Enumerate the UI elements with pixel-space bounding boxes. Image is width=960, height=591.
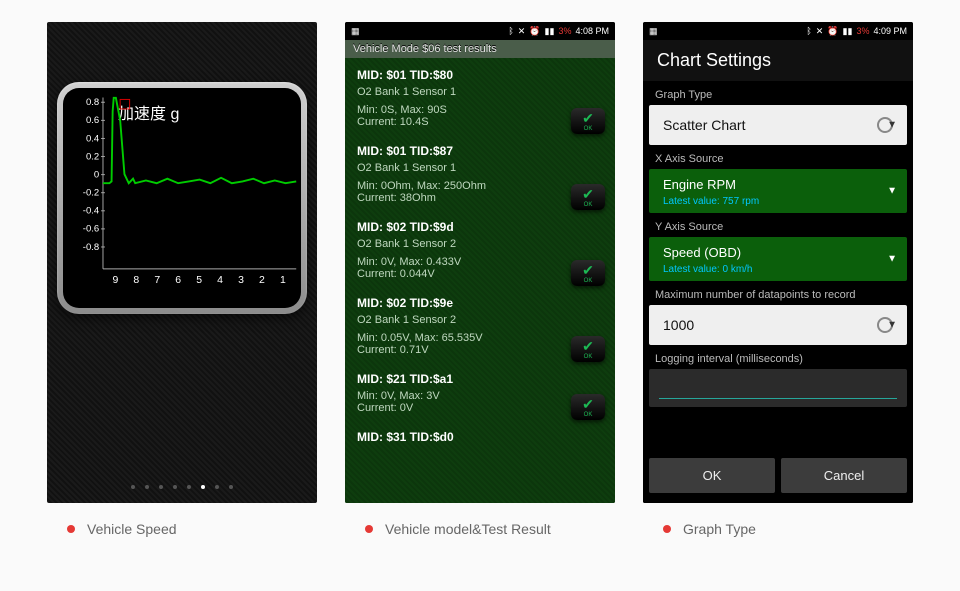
graph-type-select[interactable]: Scatter Chart ▼ [649,105,907,145]
svg-text:-0.2: -0.2 [83,188,99,199]
svg-text:2: 2 [259,275,265,286]
app-icon: ▦ [351,26,360,37]
bullet-icon [67,525,75,533]
result-sensor: O2 Bank 1 Sensor 1 [345,162,615,180]
ok-badge: ✔OK [571,394,605,420]
result-sensor: O2 Bank 1 Sensor 2 [345,314,615,332]
settings-header: Chart Settings [643,40,913,81]
alarm-icon: ⏰ [529,26,540,37]
page-indicator [47,485,317,489]
svg-text:3: 3 [238,275,244,286]
caption-1: Vehicle Speed [47,521,317,537]
result-mid: MID: $02 TID:$9e [345,290,615,314]
caption-2: Vehicle model&Test Result [345,521,615,537]
check-icon: ✔ [582,187,594,201]
signal-icon: ▮▮ [545,26,555,37]
svg-text:4: 4 [217,275,223,286]
gauge-screen: 加速度 g 0.80.60.40.20-0.2-0.4-0.6-0.8 9876… [47,22,317,503]
x-axis-latest: Latest value: 757 rpm [663,196,759,207]
results-list[interactable]: MID: $01 TID:$80O2 Bank 1 Sensor 1Min: 0… [345,58,615,503]
svg-text:0: 0 [94,169,99,180]
svg-text:0.2: 0.2 [86,151,99,162]
ok-badge: ✔OK [571,260,605,286]
gauge-svg: 0.8 0.6 0.4 0.2 0 -0.2 -0.4 -0.6 -0.8 9 8 7 6 5 4 3 2 1 [63,88,301,297]
ok-badge: ✔OK [571,108,605,134]
svg-text:8: 8 [133,275,139,286]
result-mid: MID: $01 TID:$87 [345,138,615,162]
check-icon: ✔ [582,339,594,353]
svg-text:0.6: 0.6 [86,115,99,126]
bluetooth-icon: ᛒ [508,26,513,36]
settings-title: Chart Settings [657,50,899,71]
result-mid: MID: $21 TID:$a1 [345,366,615,390]
result-range: Min: 0S, Max: 90SCurrent: 10.4S✔OK [345,104,615,138]
chevron-down-icon: ▼ [887,186,897,197]
ok-button[interactable]: OK [649,458,775,493]
log-interval-input[interactable] [659,377,897,399]
clock-time: 4:08 PM [575,26,609,36]
svg-text:6: 6 [175,275,181,286]
clock-time: 4:09 PM [873,26,907,36]
svg-text:-0.6: -0.6 [83,224,99,235]
result-mid: MID: $31 TID:$d0 [345,424,615,448]
result-range: Min: 0Ohm, Max: 250OhmCurrent: 38Ohm✔OK [345,180,615,214]
gauge-chart: 加速度 g 0.80.60.40.20-0.2-0.4-0.6-0.8 9876… [63,88,301,308]
result-range: Min: 0.05V, Max: 65.535VCurrent: 0.71V✔O… [345,332,615,366]
section-label-x-axis: X Axis Source [655,153,907,165]
bullet-icon [663,525,671,533]
bluetooth-icon: ᛒ [806,26,811,36]
max-points-value: 1000 [663,317,694,333]
result-range: Min: 0V, Max: 3VCurrent: 0V✔OK [345,390,615,424]
check-icon: ✔ [582,397,594,411]
status-bar: ▦ ᛒ ✕ ⏰ ▮▮ 3% 4:09 PM [643,22,913,40]
svg-text:5: 5 [196,275,202,286]
mute-icon: ✕ [518,26,526,37]
x-axis-select[interactable]: Engine RPM Latest value: 757 rpm ▼ [649,169,907,213]
check-icon: ✔ [582,263,594,277]
ok-badge: ✔OK [571,184,605,210]
caption-3: Graph Type [643,521,913,537]
check-icon: ✔ [582,111,594,125]
section-label-max-points: Maximum number of datapoints to record [655,289,907,301]
y-axis-latest: Latest value: 0 km/h [663,264,753,275]
svg-text:0.4: 0.4 [86,133,99,144]
result-sensor: O2 Bank 1 Sensor 2 [345,238,615,256]
chevron-down-icon: ▼ [887,120,897,131]
result-sensor: O2 Bank 1 Sensor 1 [345,86,615,104]
app-icon: ▦ [649,26,658,37]
y-axis-value: Speed (OBD) [663,245,741,260]
result-mid: MID: $02 TID:$9d [345,214,615,238]
x-axis-value: Engine RPM [663,177,736,192]
svg-text:0.8: 0.8 [86,97,99,108]
y-axis-select[interactable]: Speed (OBD) Latest value: 0 km/h ▼ [649,237,907,281]
gauge-frame: 加速度 g 0.80.60.40.20-0.2-0.4-0.6-0.8 9876… [57,82,307,314]
battery-level: 3% [558,26,571,36]
result-range: Min: 0V, Max: 0.433VCurrent: 0.044V✔OK [345,256,615,290]
result-mid: MID: $01 TID:$80 [345,62,615,86]
chevron-down-icon: ▼ [887,320,897,331]
cancel-button[interactable]: Cancel [781,458,907,493]
svg-text:1: 1 [280,275,286,286]
results-screen: ▦ ᛒ ✕ ⏰ ▮▮ 3% 4:08 PM Vehicle Mode $06 t… [345,22,615,503]
status-bar: ▦ ᛒ ✕ ⏰ ▮▮ 3% 4:08 PM [345,22,615,40]
results-title: Vehicle Mode $06 test results [345,40,615,58]
log-interval-input-row [649,369,907,407]
graph-type-value: Scatter Chart [663,117,745,133]
bullet-icon [365,525,373,533]
alarm-icon: ⏰ [827,26,838,37]
signal-icon: ▮▮ [843,26,853,37]
section-label-log-interval: Logging interval (milliseconds) [655,353,907,365]
svg-text:-0.8: -0.8 [83,242,99,253]
battery-level: 3% [856,26,869,36]
mute-icon: ✕ [816,26,824,37]
section-label-graph-type: Graph Type [655,89,907,101]
svg-text:7: 7 [154,275,160,286]
section-label-y-axis: Y Axis Source [655,221,907,233]
svg-text:9: 9 [112,275,118,286]
ok-badge: ✔OK [571,336,605,362]
max-points-select[interactable]: 1000 ▼ [649,305,907,345]
chevron-down-icon: ▼ [887,254,897,265]
settings-screen: ▦ ᛒ ✕ ⏰ ▮▮ 3% 4:09 PM Chart Settings Gra… [643,22,913,503]
svg-text:-0.4: -0.4 [83,206,99,217]
